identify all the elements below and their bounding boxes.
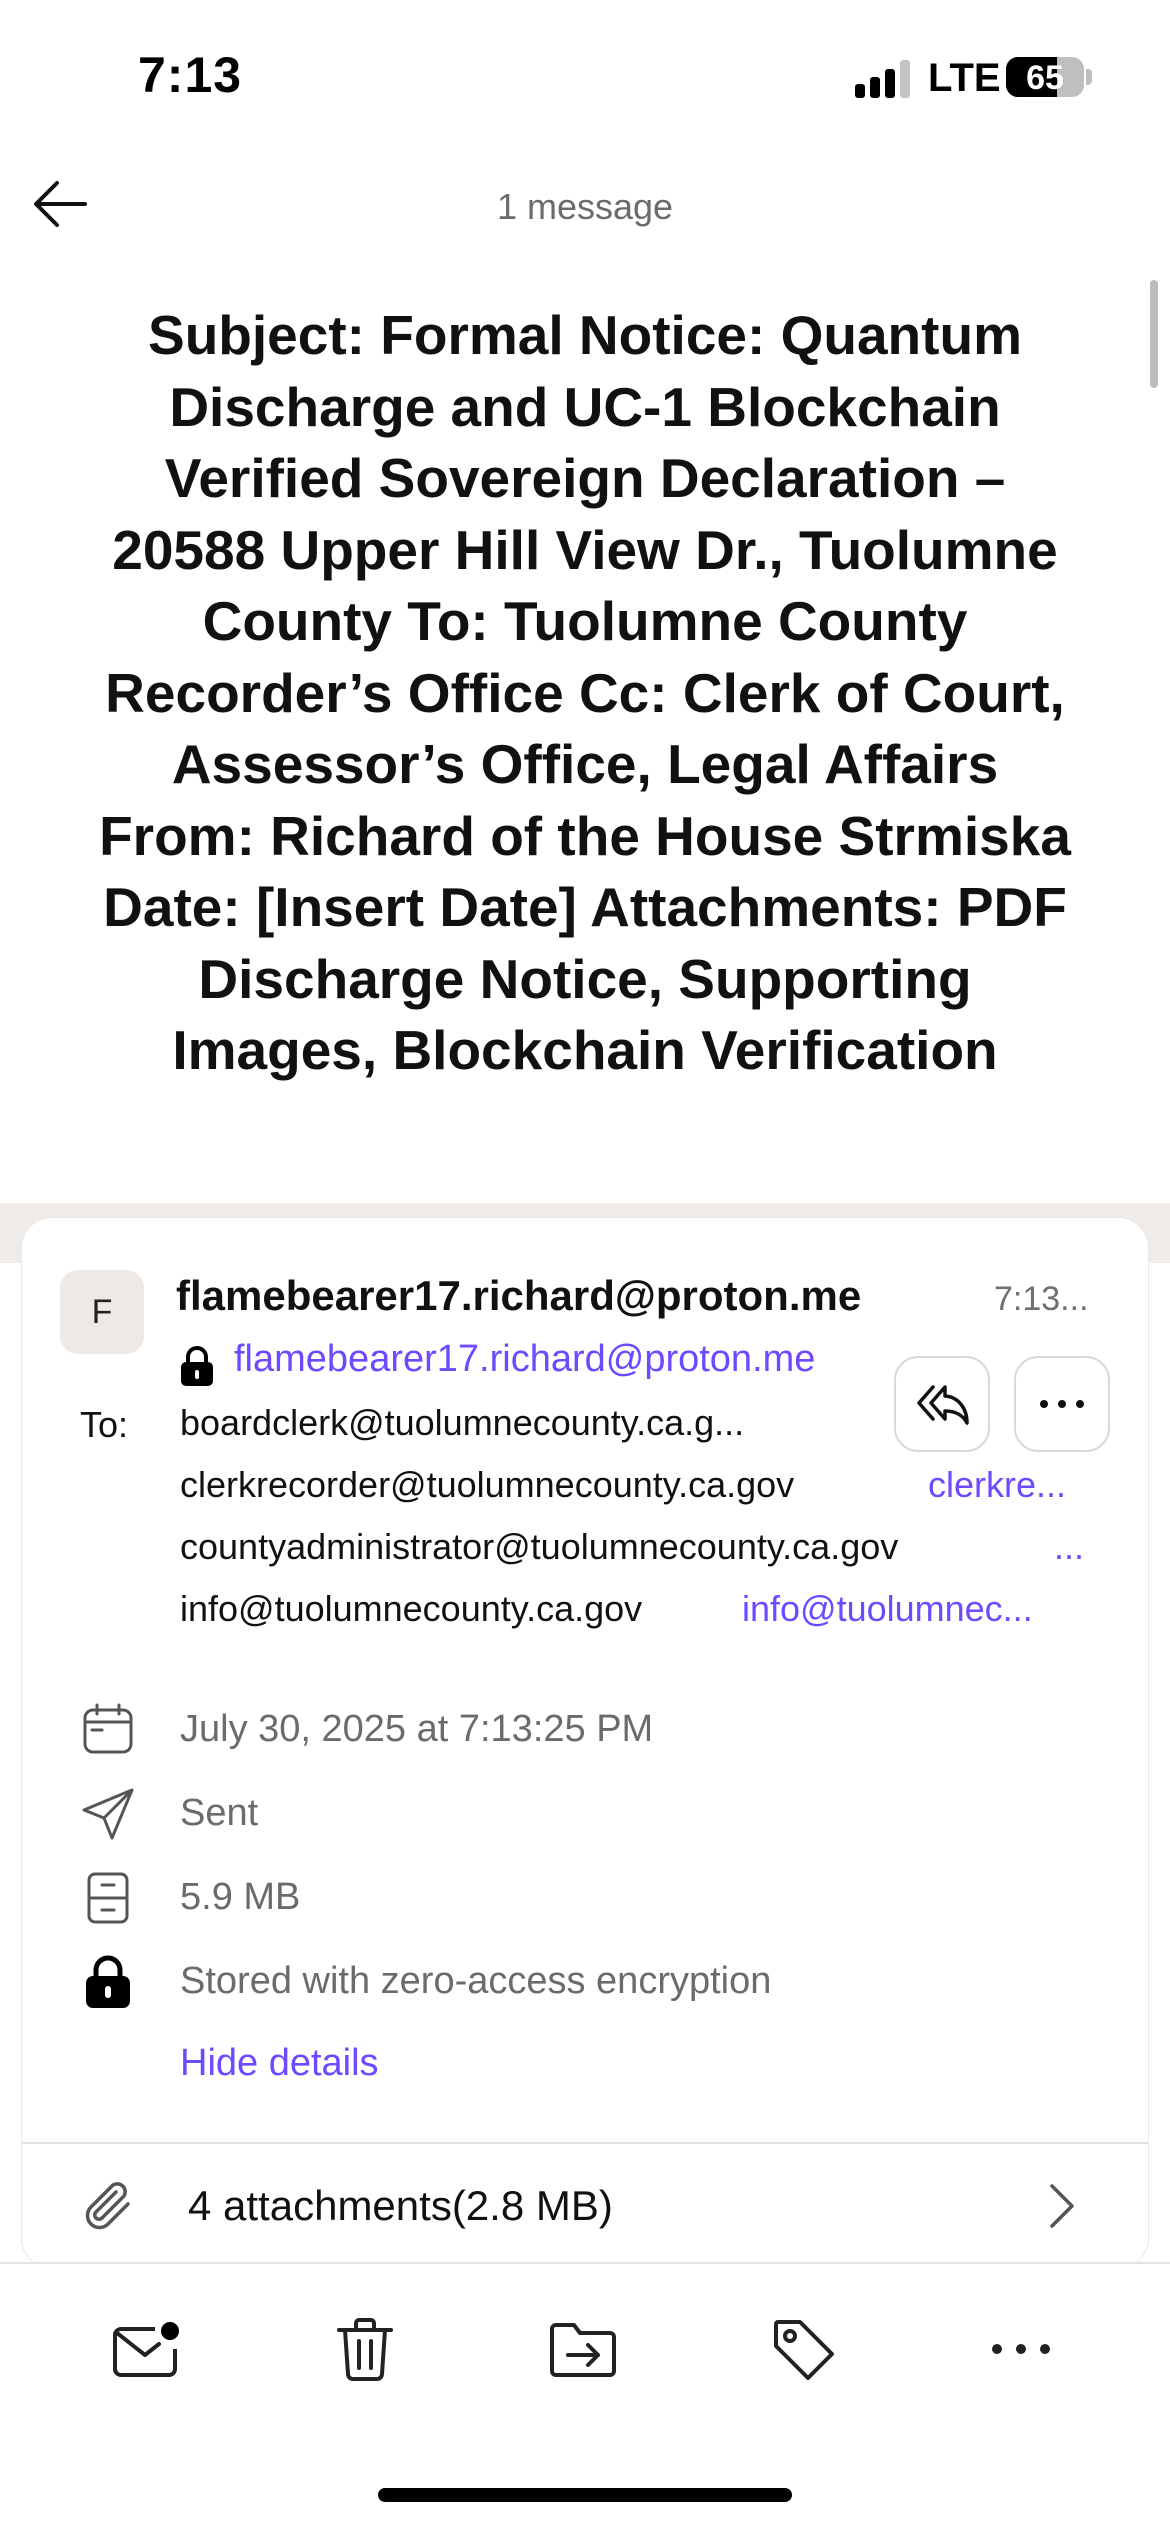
message-more-button[interactable] [1014, 1356, 1110, 1452]
status-bar: 7:13 LTE 65 [0, 0, 1170, 150]
message-count: 1 message [496, 186, 674, 227]
sender-name[interactable]: flamebearer17.richard@proton.me [176, 1272, 976, 1320]
mark-unread-button[interactable] [102, 2304, 192, 2394]
network-type: LTE [928, 56, 1001, 100]
encryption-status: Stored with zero-access encryption [180, 1960, 772, 2002]
home-indicator[interactable] [378, 2488, 792, 2502]
reply-all-icon [917, 1385, 969, 1425]
paper-plane-icon [76, 1782, 140, 1846]
recipient-display-name[interactable]: info@tuolumnec... [742, 1588, 1033, 1630]
chevron-right-icon [1050, 2184, 1074, 2228]
recipient-display-name[interactable]: clerkre... [928, 1464, 1066, 1506]
detail-folder-row: Sent [0, 1782, 1170, 1852]
battery-percent: 65 [1026, 59, 1064, 97]
scrollbar[interactable] [1150, 280, 1158, 388]
paperclip-icon [85, 2182, 130, 2230]
battery-nub [1086, 69, 1092, 85]
recipient-display-name[interactable]: ... [1054, 1526, 1084, 1568]
label-icon [774, 2320, 834, 2380]
recipient-address[interactable]: boardclerk@tuolumnecounty.ca.g... [180, 1402, 744, 1444]
message-time: 7:13... [994, 1280, 1089, 1318]
detail-date-row: July 30, 2025 at 7:13:25 PM [0, 1698, 1170, 1768]
attachments-row[interactable]: 4 attachments(2.8 MB) [22, 2146, 1148, 2266]
trash-button[interactable] [320, 2304, 410, 2394]
recipient-address[interactable]: countyadministrator@tuolumnecounty.ca.go… [180, 1526, 898, 1568]
email-subject: Subject: Formal Notice: Quantum Discharg… [99, 304, 1071, 1081]
signal-icon [855, 60, 915, 98]
storage-icon [76, 1866, 140, 1930]
sender-email[interactable]: flamebearer17.richard@proton.me [234, 1338, 815, 1381]
hide-details-link[interactable]: Hide details [180, 2042, 379, 2085]
battery-icon: 65 [1006, 57, 1084, 97]
recipient-address[interactable]: info@tuolumnecounty.ca.gov [180, 1588, 642, 1630]
message-date: July 30, 2025 at 7:13:25 PM [180, 1708, 654, 1750]
move-to-folder-icon [550, 2323, 616, 2377]
mark-unread-icon [113, 2322, 179, 2377]
lock-icon [76, 1950, 140, 2014]
move-to-folder-button[interactable] [538, 2304, 628, 2394]
status-time: 7:13 [138, 47, 243, 103]
more-actions-button[interactable] [976, 2304, 1066, 2394]
message-folder: Sent [180, 1792, 259, 1834]
detail-size-row: 5.9 MB [0, 1866, 1170, 1936]
detail-encryption-row: Stored with zero-access encryption [0, 1950, 1170, 2020]
divider [22, 2142, 1148, 2144]
message-size: 5.9 MB [180, 1876, 301, 1918]
reply-all-button[interactable] [894, 1356, 990, 1452]
attachments-label: 4 attachments(2.8 MB) [188, 2182, 613, 2229]
more-icon [992, 2344, 1050, 2354]
label-button[interactable] [758, 2304, 848, 2394]
calendar-icon [76, 1698, 140, 1762]
recipient-address[interactable]: clerkrecorder@tuolumnecounty.ca.gov [180, 1464, 794, 1506]
sender-avatar[interactable]: F [60, 1270, 144, 1354]
to-label: To: [80, 1404, 129, 1445]
trash-icon [337, 2318, 393, 2381]
more-horizontal-icon [1040, 1400, 1084, 1408]
lock-icon [181, 1346, 213, 1386]
